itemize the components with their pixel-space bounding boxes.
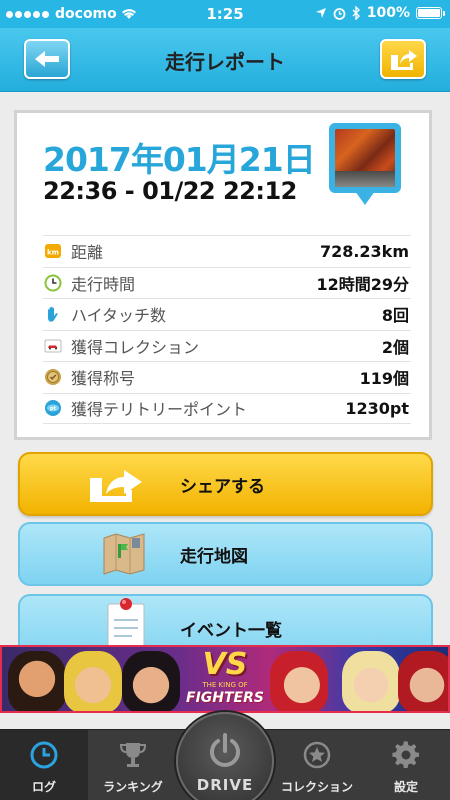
point-icon: pt	[43, 398, 63, 418]
power-icon	[210, 733, 240, 767]
stat-row-distance: km 距離 728.23km	[43, 235, 411, 267]
clock-icon	[43, 273, 63, 293]
car-card-icon	[43, 336, 63, 356]
stat-row-high-touch: ハイタッチ数 8回	[43, 298, 411, 330]
report-card: 2017年01月21日 22:36 - 01/22 22:12 km 距離 72…	[14, 110, 432, 440]
stat-value: 119個	[359, 369, 409, 389]
status-bar: docomo 1:25 100%	[0, 0, 450, 28]
gear-icon	[392, 741, 420, 769]
header-share-button[interactable]	[380, 39, 426, 79]
banner-character	[64, 651, 122, 711]
stat-label: 距離	[71, 243, 104, 263]
share-button[interactable]: シェアする	[18, 452, 433, 516]
photo-thumbnail[interactable]	[329, 123, 401, 205]
stat-label: 獲得称号	[71, 369, 136, 389]
trophy-icon	[119, 743, 147, 767]
tab-settings[interactable]: 設定	[362, 730, 450, 800]
stat-row-territory-points: pt 獲得テリトリーポイント 1230pt	[43, 392, 411, 424]
banner-character	[122, 651, 180, 711]
banner-character	[8, 651, 66, 711]
clock-icon	[30, 741, 58, 769]
stat-value: 728.23km	[319, 241, 409, 261]
report-date: 2017年01月21日	[43, 140, 316, 179]
location-arrow-icon	[315, 8, 326, 18]
event-list-button-label: イベント一覧	[180, 621, 282, 641]
nav-header: 走行レポート	[0, 28, 450, 92]
drive-button[interactable]: DRIVE	[176, 712, 274, 800]
km-icon: km	[43, 241, 63, 261]
event-list-button[interactable]: イベント一覧	[18, 594, 433, 652]
memo-pin-icon	[107, 598, 145, 646]
battery-icon	[416, 7, 445, 19]
route-map-button-label: 走行地図	[180, 546, 248, 567]
tab-log[interactable]: ログ	[0, 730, 88, 800]
svg-text:km: km	[47, 249, 59, 257]
banner-character	[398, 651, 448, 711]
stat-value: 1230pt	[345, 398, 409, 418]
battery-percent: 100%	[366, 5, 410, 21]
tab-ranking[interactable]: ランキング	[88, 730, 178, 800]
alarm-icon	[333, 7, 346, 20]
share-button-label: シェアする	[180, 476, 265, 497]
svg-text:pt: pt	[50, 406, 57, 412]
stat-value: 12時間29分	[316, 274, 409, 294]
report-time-range: 22:36 - 01/22 22:12	[43, 177, 297, 205]
share-arrow-icon	[391, 50, 417, 70]
autumn-photo	[335, 129, 395, 187]
ad-banner[interactable]: VS THE KING OF FIGHTERS	[0, 645, 450, 713]
share-arrow-icon	[90, 470, 142, 502]
hand-icon	[43, 304, 63, 324]
stat-label: 獲得コレクション	[71, 337, 200, 357]
stat-value: 2個	[381, 337, 409, 357]
stat-label: ハイタッチ数	[71, 306, 167, 326]
stat-label: 走行時間	[71, 274, 136, 294]
drive-button-label: DRIVE	[196, 776, 254, 794]
game-logo: VS THE KING OF FIGHTERS	[186, 647, 264, 707]
route-map-button[interactable]: 走行地図	[18, 522, 433, 586]
stat-label: 獲得テリトリーポイント	[71, 400, 248, 420]
stat-row-collection: 獲得コレクション 2個	[43, 329, 411, 362]
star-badge-icon	[303, 741, 331, 769]
map-icon	[103, 533, 145, 575]
banner-character	[270, 651, 328, 711]
stat-row-titles: 獲得称号 119個	[43, 361, 411, 393]
stat-row-drive-time: 走行時間 12時間29分	[43, 266, 411, 299]
stats-list: km 距離 728.23km 走行時間 12時間29分 ハイタッチ数 8回 獲得…	[43, 235, 411, 424]
bluetooth-icon	[352, 6, 360, 20]
tab-collection[interactable]: コレクション	[272, 730, 362, 800]
banner-character	[342, 651, 400, 711]
medal-icon	[43, 367, 63, 387]
stat-value: 8回	[381, 306, 409, 326]
